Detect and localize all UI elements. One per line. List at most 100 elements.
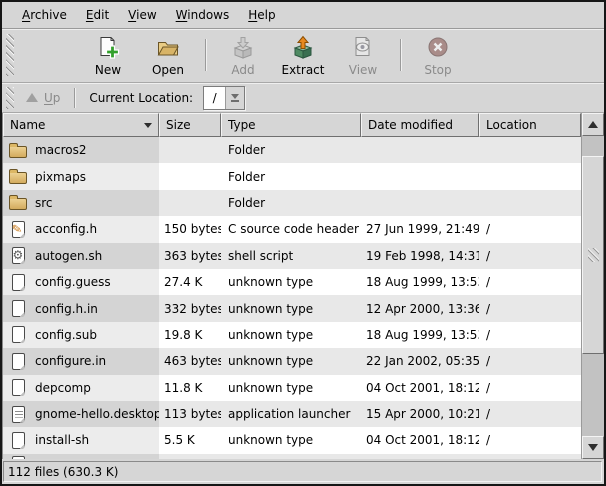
cell-type: Folder <box>221 163 361 189</box>
menu-archive[interactable]: Archive <box>22 8 67 22</box>
file-row[interactable]: autogen.sh 363 bytes shell script 19 Feb… <box>3 243 581 269</box>
toolbar-separator <box>205 39 206 71</box>
locationbar-drag-handle[interactable] <box>6 87 14 109</box>
menu-help[interactable]: Help <box>248 8 275 22</box>
column-header-name[interactable]: Name <box>3 113 159 137</box>
scrollbar-thumb[interactable] <box>582 156 604 354</box>
file-type-icon <box>8 166 28 188</box>
file-row[interactable]: src Folder <box>3 190 581 216</box>
file-row[interactable]: gnome-hello.desktop 113 bytes applicatio… <box>3 401 581 427</box>
file-row[interactable]: install-sh 5.5 K unknown type 04 Oct 200… <box>3 427 581 453</box>
file-row[interactable]: acconfig.h 150 bytes C source code heade… <box>3 216 581 242</box>
menu-edit[interactable]: Edit <box>86 8 109 22</box>
cell-name: pixmaps <box>3 163 159 189</box>
column-header-location[interactable]: Location <box>479 113 581 137</box>
view-button[interactable]: View <box>333 31 393 79</box>
cell-date-modified: 19 Feb 1998, 14:31 <box>361 243 479 269</box>
scrollbar-trough[interactable] <box>582 136 604 436</box>
cell-date-modified <box>361 137 479 163</box>
toolbar-button-label: Stop <box>424 63 451 77</box>
cell-name: autogen.sh <box>3 243 159 269</box>
column-header-date-modified[interactable]: Date modified <box>361 113 479 137</box>
cell-type: application launcher <box>221 401 361 427</box>
toolbar-button-label: Extract <box>282 63 325 77</box>
cell-date-modified: 18 Aug 1999, 13:53 <box>361 322 479 348</box>
file-type-icon <box>8 218 28 240</box>
menu-view[interactable]: View <box>128 8 156 22</box>
cell-size: 19.8 K <box>159 322 221 348</box>
cell-location: / <box>479 269 581 295</box>
new-archive-icon <box>95 35 121 61</box>
up-arrow-icon <box>26 93 38 102</box>
file-row[interactable]: configure.in 463 bytes unknown type 22 J… <box>3 348 581 374</box>
cell-name: config.guess <box>3 269 159 295</box>
cell-type: unknown type <box>221 348 361 374</box>
status-text: 112 files (630.3 K) <box>8 465 118 479</box>
file-row[interactable]: pixmaps Folder <box>3 163 581 189</box>
cell-location: / <box>479 243 581 269</box>
cell-location: / <box>479 295 581 321</box>
chevron-bar <box>231 100 239 102</box>
cell-size: 363 bytes <box>159 243 221 269</box>
cell-location: / <box>479 348 581 374</box>
extract-button[interactable]: Extract <box>273 31 333 79</box>
cell-size: 27.4 K <box>159 269 221 295</box>
file-type-icon <box>8 192 28 214</box>
stop-button[interactable]: Stop <box>408 31 468 79</box>
file-type-icon <box>8 245 28 267</box>
location-value[interactable]: / <box>204 87 226 109</box>
column-header-type[interactable]: Type <box>221 113 361 137</box>
cell-size: 463 bytes <box>159 348 221 374</box>
file-row[interactable]: config.h.in 332 bytes unknown type 12 Ap… <box>3 295 581 321</box>
cell-location <box>479 137 581 163</box>
scroll-up-icon <box>588 121 598 128</box>
cell-date-modified: 12 Apr 2000, 13:36 <box>361 295 479 321</box>
cell-type: unknown type <box>221 269 361 295</box>
cell-type: unknown type <box>221 427 361 453</box>
scroll-down-icon <box>588 444 598 451</box>
cell-date-modified: 18 Aug 1999, 13:53 <box>361 269 479 295</box>
cell-location: / <box>479 427 581 453</box>
cell-date-modified: 27 Jun 1999, 21:49 <box>361 216 479 242</box>
file-type-icon <box>8 377 28 399</box>
cell-name: src <box>3 190 159 216</box>
cell-date-modified <box>361 190 479 216</box>
toolbar: New Open Add <box>2 29 604 83</box>
cell-name: config.sub <box>3 322 159 348</box>
file-type-icon <box>8 271 28 293</box>
file-type-icon <box>8 429 28 451</box>
new-button[interactable]: New <box>78 31 138 79</box>
file-row[interactable]: config.guess 27.4 K unknown type 18 Aug … <box>3 269 581 295</box>
scroll-down-button[interactable] <box>582 436 604 459</box>
cell-type: Folder <box>221 137 361 163</box>
open-button[interactable]: Open <box>138 31 198 79</box>
cell-date-modified <box>361 163 479 189</box>
file-row[interactable]: config.sub 19.8 K unknown type 18 Aug 19… <box>3 322 581 348</box>
add-button[interactable]: Add <box>213 31 273 79</box>
up-button[interactable]: Up <box>18 88 68 108</box>
file-row[interactable]: macros2 Folder <box>3 137 581 163</box>
vertical-scrollbar <box>581 113 604 459</box>
file-row[interactable]: depcomp 11.8 K unknown type 04 Oct 2001,… <box>3 375 581 401</box>
cell-type: unknown type <box>221 375 361 401</box>
menu-windows[interactable]: Windows <box>176 8 230 22</box>
column-header-size[interactable]: Size <box>159 113 221 137</box>
scroll-up-button[interactable] <box>582 113 604 136</box>
cell-location: / <box>479 375 581 401</box>
location-bar: Up Current Location: / <box>2 83 604 113</box>
add-files-icon <box>230 35 256 61</box>
location-dropdown-button[interactable] <box>226 87 244 109</box>
file-type-icon <box>8 403 28 425</box>
cell-size: 113 bytes <box>159 401 221 427</box>
open-archive-icon <box>155 35 181 61</box>
cell-location <box>479 190 581 216</box>
cell-type: shell script <box>221 243 361 269</box>
cell-size: 332 bytes <box>159 295 221 321</box>
stop-icon <box>425 35 451 61</box>
toolbar-drag-handle[interactable] <box>6 34 14 76</box>
cell-type: Folder <box>221 190 361 216</box>
cell-size: 150 bytes <box>159 216 221 242</box>
cell-size <box>159 190 221 216</box>
view-file-icon <box>350 35 376 61</box>
menubar: Archive Edit View Windows Help <box>2 2 604 29</box>
